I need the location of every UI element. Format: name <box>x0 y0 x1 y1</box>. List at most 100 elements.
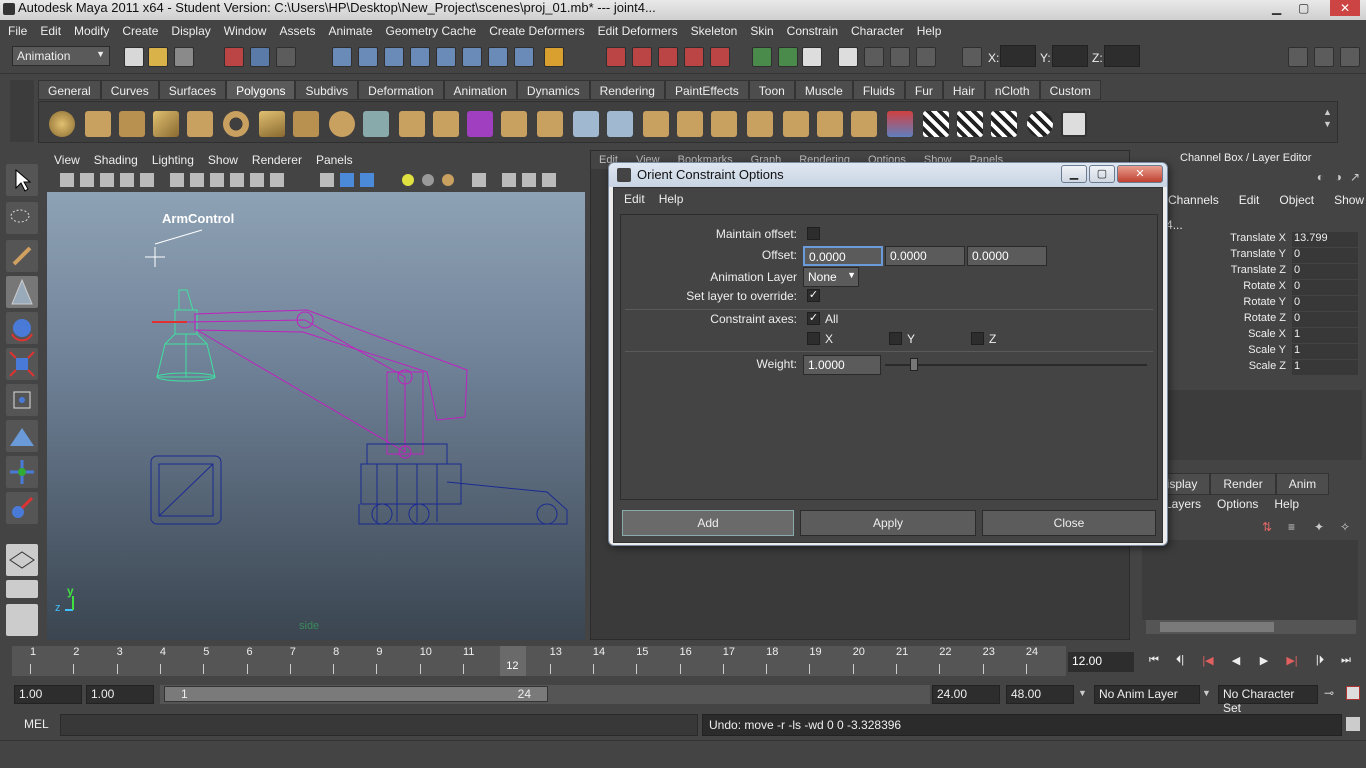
layer-stack-icon[interactable]: ≡ <box>1288 520 1295 534</box>
axis-all-checkbox[interactable]: ✓ <box>807 312 820 325</box>
soft-mod-icon[interactable] <box>6 420 38 452</box>
weight-slider[interactable] <box>885 358 1147 371</box>
current-time-marker[interactable]: 12 <box>500 646 527 676</box>
snap-view-icon[interactable] <box>410 47 430 67</box>
cut-faces-icon[interactable] <box>747 111 773 137</box>
boolean-icon[interactable] <box>433 111 459 137</box>
step-forward-frame-icon[interactable]: ▶| <box>1282 654 1302 670</box>
animation-layer-dropdown[interactable]: None ▼ <box>803 267 859 287</box>
close-button[interactable]: Close <box>982 510 1156 536</box>
weight-field[interactable]: 1.0000 <box>803 355 881 375</box>
vp-menu-shading[interactable]: Shading <box>94 153 138 167</box>
weight-slider-thumb[interactable] <box>909 358 918 371</box>
go-to-start-icon[interactable]: ⏮ <box>1144 654 1164 670</box>
shelf-tab-deformation[interactable]: Deformation <box>358 80 444 100</box>
poly-torus-icon[interactable] <box>223 111 249 137</box>
channel-box-mode-icon[interactable]: ◐ <box>1317 170 1324 184</box>
key-icon[interactable]: ⊸ <box>1324 686 1334 700</box>
layer-tab-anim[interactable]: Anim <box>1275 473 1330 495</box>
menu-window[interactable]: Window <box>224 24 267 38</box>
poly-helix-icon[interactable] <box>329 111 355 137</box>
poly-cube-icon[interactable] <box>85 111 111 137</box>
open-scene-icon[interactable] <box>148 47 168 67</box>
lasso-tool-icon[interactable] <box>6 202 38 234</box>
shelf-tab-surfaces[interactable]: Surfaces <box>158 80 227 100</box>
channel-value[interactable]: 0 <box>1292 264 1358 279</box>
axis-y-checkbox[interactable] <box>889 332 902 345</box>
step-back-frame-icon[interactable]: |◀ <box>1198 654 1218 670</box>
channel-row[interactable]: Scale Y 1 <box>1138 344 1358 359</box>
render-settings-icon[interactable] <box>802 47 822 67</box>
anim-layer-chevron-icon[interactable]: ▼ <box>1078 688 1087 698</box>
move-tool-icon[interactable] <box>6 276 38 308</box>
insert-loop-icon[interactable] <box>783 111 809 137</box>
shelf-scroll-icon[interactable]: ▲ ▼ <box>1323 106 1335 140</box>
z-field[interactable] <box>1104 45 1140 67</box>
arm-skeleton[interactable] <box>186 309 468 459</box>
maximize-icon[interactable]: ▢ <box>1298 0 1309 16</box>
single-perspective-icon[interactable] <box>6 544 38 576</box>
vp-menu-panels[interactable]: Panels <box>316 153 353 167</box>
new-layer-selected-icon[interactable]: ✧ <box>1340 520 1350 534</box>
auto-map-icon[interactable] <box>1027 111 1053 137</box>
uv-editor-icon[interactable] <box>887 111 913 137</box>
four-view-icon[interactable] <box>6 580 38 598</box>
poly-sphere-icon[interactable] <box>49 111 75 137</box>
vehicle-base-mesh[interactable] <box>358 443 568 525</box>
time-slider[interactable]: 123456789101112131415161718192021222324 … <box>12 646 1066 676</box>
range-track[interactable]: 1 24 <box>160 685 930 704</box>
bevel-icon[interactable] <box>643 111 669 137</box>
channel-row[interactable]: Translate Z 0 <box>1138 264 1358 279</box>
history-icon[interactable] <box>488 47 508 67</box>
cb-menu-show[interactable]: Show <box>1334 193 1364 207</box>
snap-surface-icon[interactable] <box>436 47 456 67</box>
outliner-icon[interactable] <box>890 47 910 67</box>
spherical-map-icon[interactable] <box>991 111 1017 137</box>
shelf-tab-toon[interactable]: Toon <box>748 80 795 100</box>
channel-value[interactable]: 0 <box>1292 312 1358 327</box>
select-tool-icon[interactable] <box>6 164 38 196</box>
command-input[interactable] <box>60 714 698 736</box>
layer-menu-layers[interactable]: Layers <box>1165 497 1201 511</box>
cb-menu-channels[interactable]: Channels <box>1168 193 1219 207</box>
lock-icon[interactable] <box>544 47 564 67</box>
help-icon[interactable] <box>514 47 534 67</box>
select-hierarchy-icon[interactable] <box>224 47 244 67</box>
absolute-transform-icon[interactable] <box>962 47 982 67</box>
char-set-chevron-icon[interactable]: ▼ <box>1202 688 1211 698</box>
side-viewport[interactable]: ArmControl y z side <box>47 192 585 640</box>
shelf-tab-fur[interactable]: Fur <box>904 80 943 100</box>
separate-icon[interactable] <box>399 111 425 137</box>
vp-menu-show[interactable]: Show <box>208 153 238 167</box>
shelf-tab-hair[interactable]: Hair <box>942 80 985 100</box>
fill-hole-icon[interactable] <box>607 111 633 137</box>
channel-value[interactable]: 1 <box>1292 344 1358 359</box>
animation-end-field[interactable]: 48.00 <box>1006 685 1074 704</box>
locator-icon[interactable] <box>145 247 165 267</box>
playback-start-field[interactable]: 1.00 <box>86 685 154 704</box>
tool-settings-icon[interactable] <box>1314 47 1334 67</box>
select-object-icon[interactable] <box>250 47 270 67</box>
menu-skin[interactable]: Skin <box>750 24 773 38</box>
shelf-tab-custom[interactable]: Custom <box>1039 80 1101 100</box>
channel-box-icon[interactable] <box>1340 47 1360 67</box>
x-field[interactable] <box>1000 45 1036 67</box>
shelf-tab-muscle[interactable]: Muscle <box>794 80 853 100</box>
poly-prism-icon[interactable] <box>259 111 285 137</box>
current-frame-field[interactable]: 12.00 <box>1068 652 1134 672</box>
combine-icon[interactable] <box>363 111 389 137</box>
merge-icon[interactable] <box>677 111 703 137</box>
channel-row[interactable]: Translate Y 0 <box>1138 248 1358 263</box>
snap-curve-icon[interactable] <box>358 47 378 67</box>
channel-row[interactable]: Scale X 1 <box>1138 328 1358 343</box>
shelf-tab-subdivs[interactable]: Subdivs <box>295 80 359 100</box>
poly-plane-icon[interactable] <box>187 111 213 137</box>
outliner-layout-icon[interactable] <box>6 604 38 636</box>
preferences-icon[interactable] <box>1346 686 1360 700</box>
scrollbar-thumb[interactable] <box>1160 622 1274 632</box>
construction-icon[interactable] <box>684 47 704 67</box>
dialog-menu-edit[interactable]: Edit <box>624 192 645 206</box>
menu-skeleton[interactable]: Skeleton <box>691 24 738 38</box>
dialog-maximize-button[interactable]: ▢ <box>1089 165 1115 183</box>
extrude-icon[interactable] <box>501 111 527 137</box>
